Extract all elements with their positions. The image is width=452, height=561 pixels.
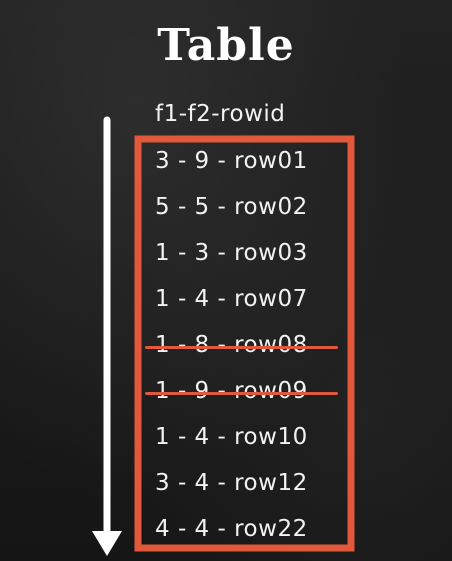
table-row: 3 - 9 - row01: [155, 148, 308, 174]
table-row-struck: 1 - 8 - row08: [155, 332, 308, 358]
row-strikethrough-line: [145, 392, 338, 395]
table-row: 5 - 5 - row02: [155, 194, 308, 220]
table-row: 4 - 4 - row22: [155, 516, 308, 542]
scan-direction-arrow-head: [92, 531, 122, 556]
table-row-struck: 1 - 9 - row09: [155, 378, 308, 404]
table-row: 1 - 4 - row07: [155, 286, 308, 312]
table-row: 3 - 4 - row12: [155, 470, 308, 496]
table-row: 1 - 4 - row10: [155, 424, 308, 450]
diagram-canvas: Table f1-f2-rowid 3 - 9 - row01 5 - 5 - r…: [0, 0, 452, 561]
table-row: 1 - 3 - row03: [155, 240, 308, 266]
row-strikethrough-line: [145, 346, 338, 349]
